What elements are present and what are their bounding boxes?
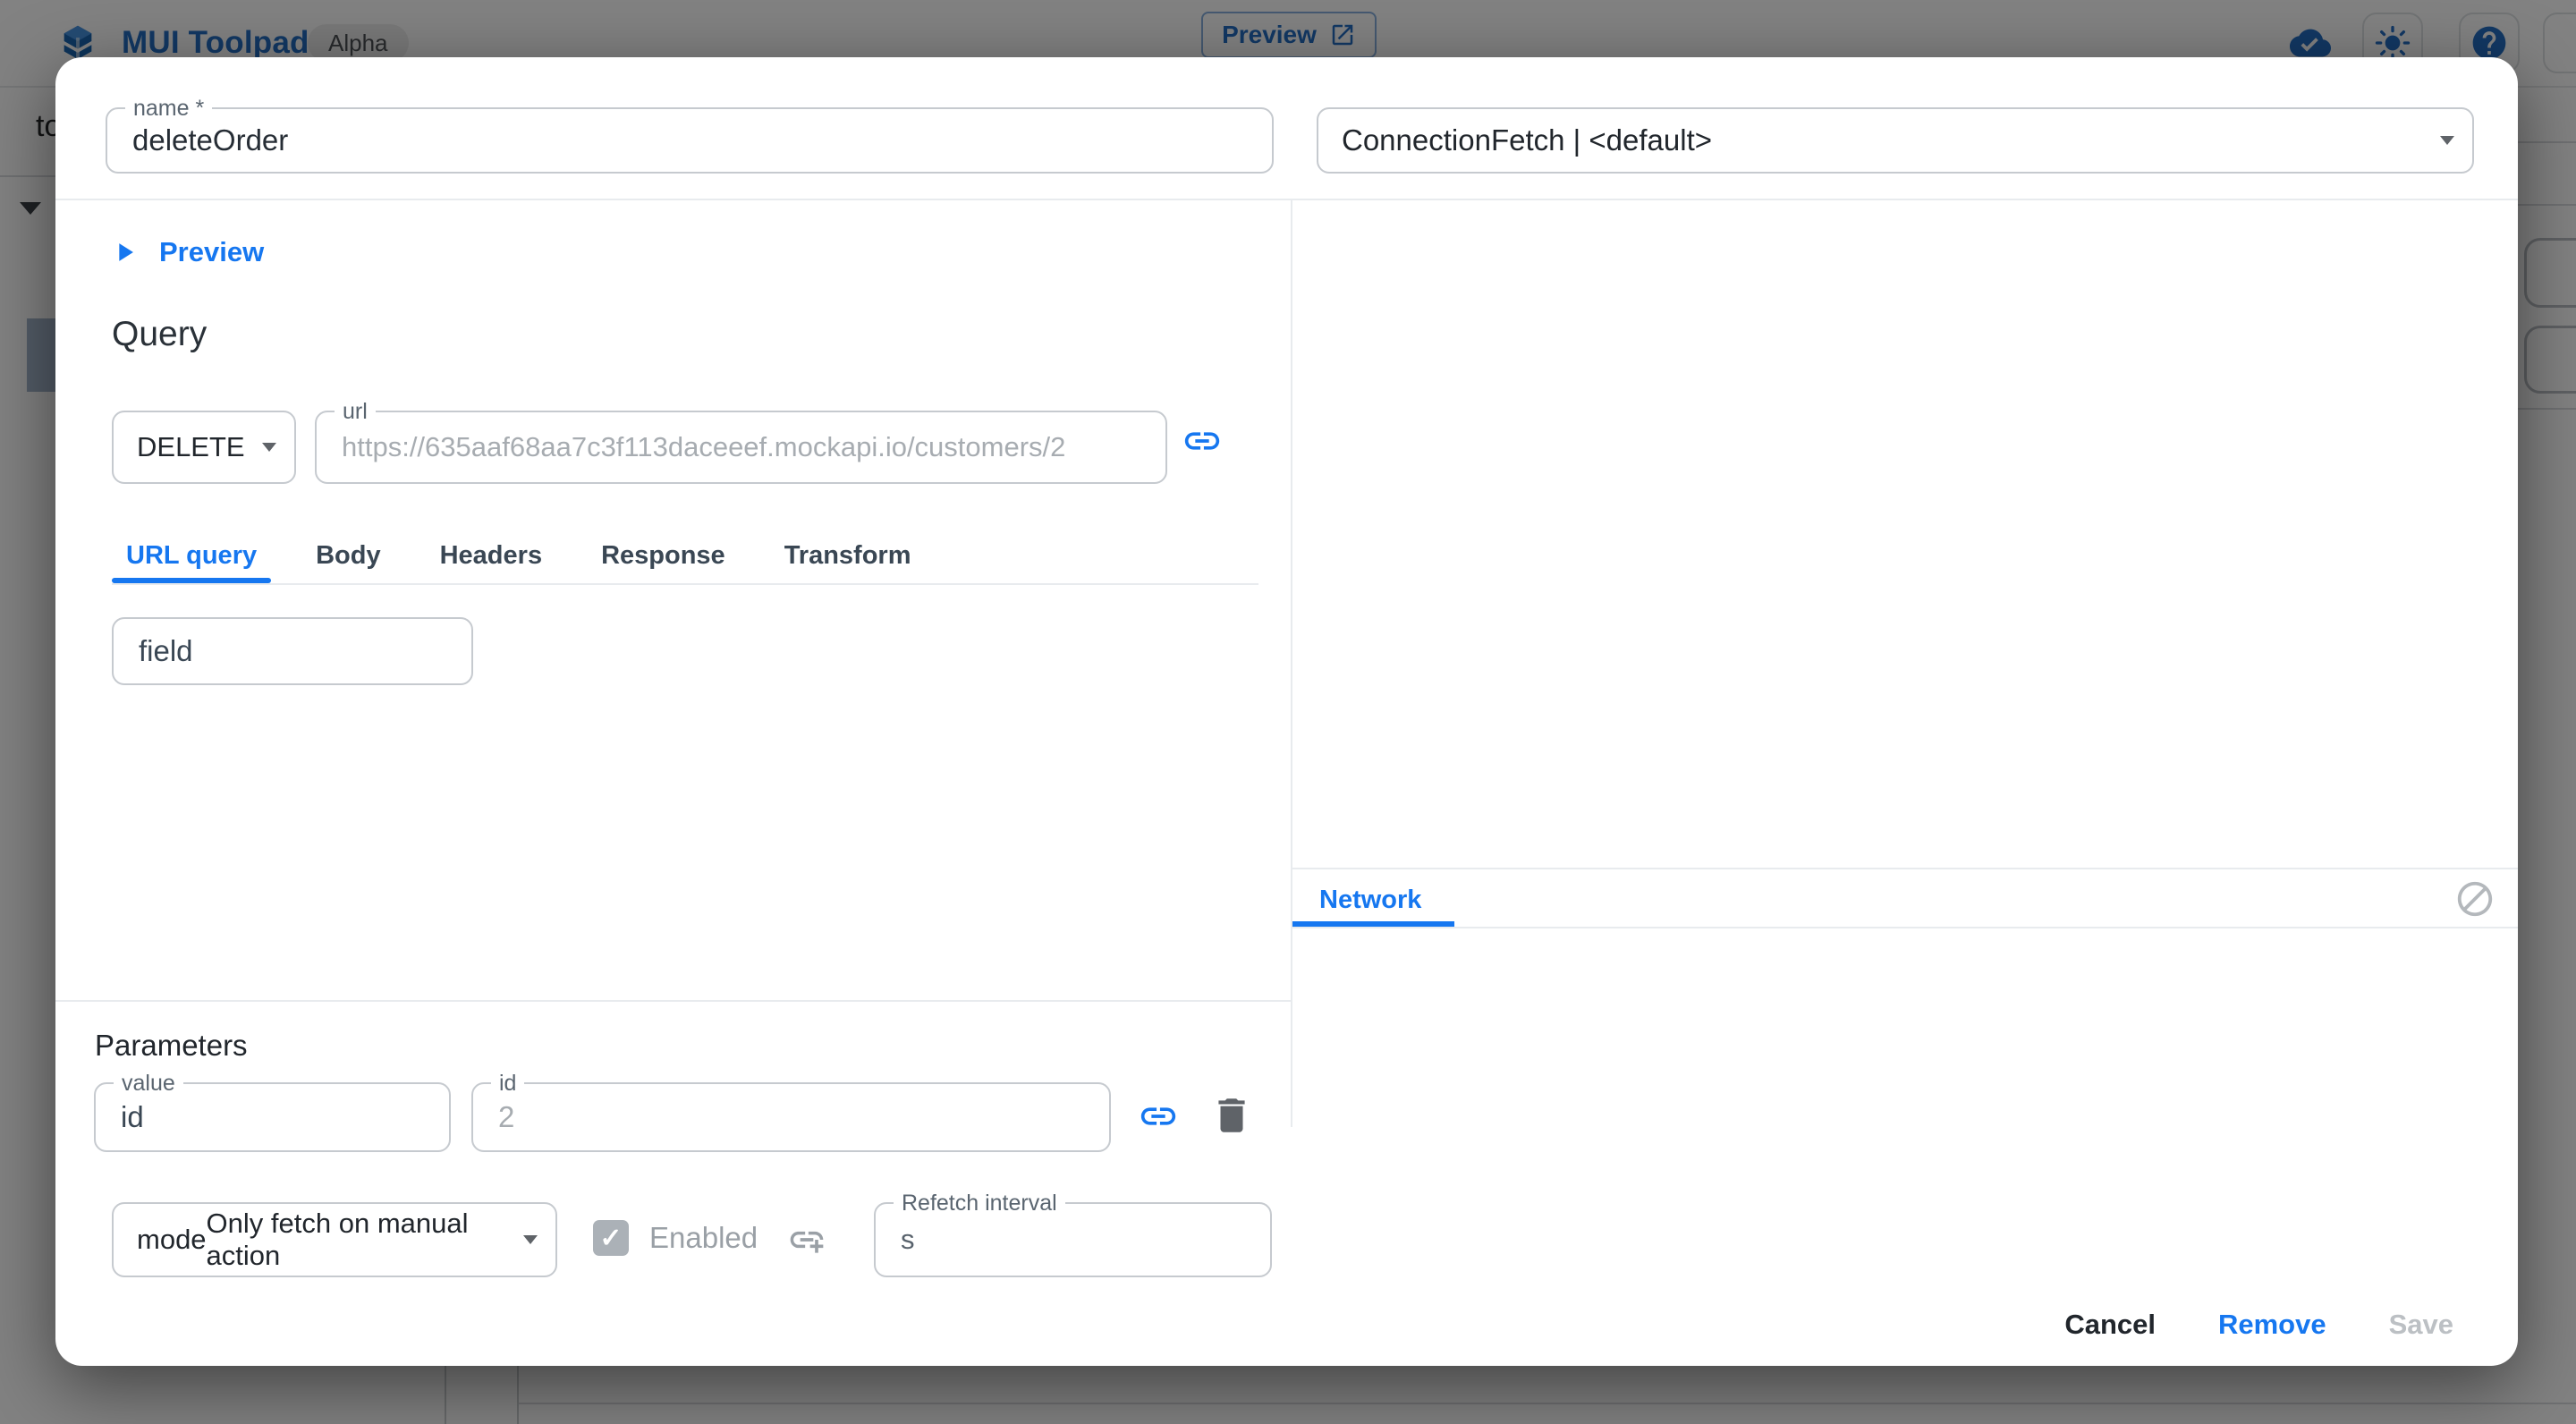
param-id-field[interactable]: id <box>471 1082 1111 1152</box>
parameters-heading: Parameters <box>95 1029 248 1063</box>
query-editor-dialog: name * Connection Fetch | <default> Prev… <box>55 57 2518 1366</box>
url-input[interactable] <box>317 412 1165 482</box>
preview-expander-label: Preview <box>159 236 264 268</box>
link-icon <box>1138 1096 1179 1137</box>
dropdown-arrow-icon <box>262 443 276 452</box>
bind-enabled-button[interactable] <box>787 1220 826 1259</box>
checkmark-icon: ✓ <box>599 1223 622 1254</box>
save-button[interactable]: Save <box>2369 1301 2473 1348</box>
query-section-heading: Query <box>112 315 207 354</box>
param-id-input[interactable] <box>473 1084 1109 1150</box>
divider <box>55 1000 1291 1002</box>
remove-button[interactable]: Remove <box>2199 1301 2346 1348</box>
divider <box>1292 868 2518 869</box>
tab-network[interactable]: Network <box>1319 877 1421 923</box>
cancel-button[interactable]: Cancel <box>2045 1301 2175 1348</box>
tab-headers[interactable]: Headers <box>426 531 556 583</box>
block-icon <box>2454 878 2496 920</box>
connection-select[interactable]: Connection Fetch | <default> <box>1317 107 2474 174</box>
bind-parameter-button[interactable] <box>1138 1096 1179 1137</box>
tab-transform[interactable]: Transform <box>770 531 926 583</box>
trash-icon <box>1209 1093 1254 1138</box>
tab-body[interactable]: Body <box>301 531 395 583</box>
connection-select-label: Connection <box>1342 123 1491 157</box>
divider <box>1292 927 2518 928</box>
divider <box>112 583 1258 585</box>
tab-response[interactable]: Response <box>587 531 740 583</box>
param-value-input[interactable] <box>96 1084 449 1150</box>
enabled-checkbox[interactable]: ✓ <box>593 1220 629 1256</box>
query-param-field[interactable] <box>112 617 473 685</box>
dialog-footer: Cancel Remove Save <box>2045 1301 2473 1348</box>
delete-parameter-button[interactable] <box>1209 1093 1254 1138</box>
refetch-interval-input[interactable] <box>876 1204 1270 1276</box>
http-method-value: DELETE <box>137 431 245 463</box>
link-icon <box>1182 420 1223 462</box>
name-field[interactable]: name * <box>106 107 1274 174</box>
url-field[interactable]: url <box>315 411 1167 484</box>
bind-url-button[interactable] <box>1182 420 1223 462</box>
query-param-input[interactable] <box>114 619 471 683</box>
split-pane-divider[interactable] <box>1291 199 1292 1127</box>
fetch-mode-value: Only fetch on manual action <box>207 1208 509 1272</box>
fetch-mode-select[interactable]: mode Only fetch on manual action <box>112 1202 557 1277</box>
divider <box>55 199 2518 200</box>
enabled-checkbox-label: Enabled <box>649 1220 758 1256</box>
param-value-field[interactable]: value <box>94 1082 451 1152</box>
fetch-mode-label: mode <box>137 1224 207 1256</box>
play-arrow-icon <box>109 237 140 267</box>
add-link-icon <box>787 1220 826 1259</box>
http-method-select[interactable]: DELETE <box>112 411 296 484</box>
refetch-interval-field[interactable]: Refetch interval <box>874 1202 1272 1277</box>
tab-url-query[interactable]: URL query <box>112 531 271 583</box>
dropdown-arrow-icon <box>2440 136 2454 145</box>
clear-network-button[interactable] <box>2454 878 2496 920</box>
connection-select-value: Fetch | <default> <box>1491 123 1712 157</box>
query-editor-tabs: URL query Body Headers Response Transfor… <box>112 531 1258 585</box>
dropdown-arrow-icon <box>523 1235 538 1244</box>
name-input[interactable] <box>107 109 1272 172</box>
preview-expander[interactable]: Preview <box>109 236 264 268</box>
